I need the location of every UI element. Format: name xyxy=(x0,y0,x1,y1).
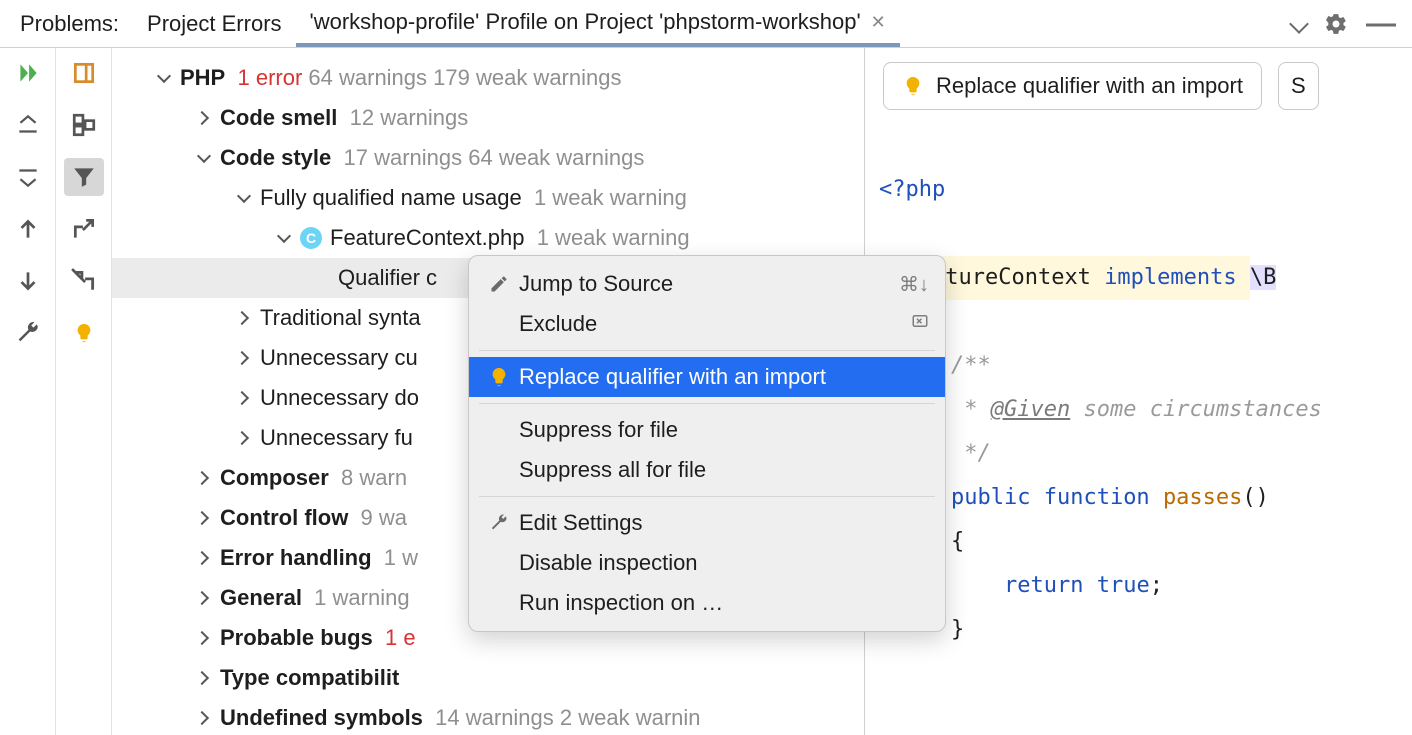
highlight-button[interactable] xyxy=(64,54,104,92)
menu-replace-qualifier[interactable]: Replace qualifier with an import xyxy=(469,357,945,397)
tab-profile-label: 'workshop-profile' Profile on Project 'p… xyxy=(310,9,861,35)
export-button[interactable] xyxy=(64,210,104,248)
export-icon xyxy=(71,216,97,242)
quickfix-button[interactable]: Replace qualifier with an import xyxy=(883,62,1262,110)
tree-node-undefined[interactable]: Undefined symbols 14 warnings 2 weak war… xyxy=(112,698,864,735)
context-menu: Jump to Source ⌘↓ Exclude Replace qualif… xyxy=(468,255,946,632)
rerun-button[interactable] xyxy=(8,54,48,92)
menu-separator xyxy=(479,496,935,497)
tree-node-code-style[interactable]: Code style 17 warnings 64 weak warnings xyxy=(112,138,864,178)
gear-icon[interactable] xyxy=(1324,12,1348,36)
filter-button[interactable] xyxy=(64,158,104,196)
minimize-icon[interactable]: — xyxy=(1366,19,1396,29)
group-icon xyxy=(71,112,97,138)
tree-node-php[interactable]: PHP 1 error 64 warnings 179 weak warning… xyxy=(112,58,864,98)
arrow-up-icon xyxy=(15,216,41,242)
bulb-icon xyxy=(902,75,924,97)
bulb-icon xyxy=(73,322,95,344)
tab-project-errors[interactable]: Project Errors xyxy=(133,3,295,45)
settings-button[interactable] xyxy=(8,314,48,352)
menu-disable-inspection[interactable]: Disable inspection xyxy=(469,543,945,583)
prev-button[interactable] xyxy=(8,210,48,248)
menu-suppress-all[interactable]: Suppress all for file xyxy=(469,450,945,490)
class-icon: C xyxy=(300,227,322,249)
tool-strip-1 xyxy=(0,48,56,735)
pencil-icon xyxy=(489,274,509,294)
tree-node-file[interactable]: CFeatureContext.php 1 weak warning xyxy=(112,218,864,258)
close-tab-icon[interactable]: ✕ xyxy=(871,12,886,33)
menu-jump-label: Jump to Source xyxy=(513,271,899,297)
delete-icon xyxy=(911,312,929,330)
expand-icon xyxy=(15,112,41,138)
arrow-down-icon xyxy=(15,268,41,294)
menu-edit-label: Edit Settings xyxy=(513,510,929,536)
menu-suppress-file[interactable]: Suppress for file xyxy=(469,410,945,450)
menu-exclude-label: Exclude xyxy=(513,311,911,337)
next-button[interactable] xyxy=(8,262,48,300)
menu-disable-label: Disable inspection xyxy=(513,550,929,576)
code-preview[interactable]: <?php s FeatureContext implements \B /**… xyxy=(865,124,1412,696)
editor-panel: Replace qualifier with an import S <?php… xyxy=(864,48,1412,735)
menu-suppress-all-label: Suppress all for file xyxy=(513,457,929,483)
problems-label: Problems: xyxy=(6,3,133,45)
wrench-icon xyxy=(15,320,41,346)
menu-jump-shortcut: ⌘↓ xyxy=(899,272,929,297)
menu-suppress-file-label: Suppress for file xyxy=(513,417,929,443)
square-icon xyxy=(71,60,97,86)
import-icon xyxy=(71,268,97,294)
chevron-down-icon[interactable] xyxy=(1289,14,1309,34)
group-button[interactable] xyxy=(64,106,104,144)
quickfix-secondary-button[interactable]: S xyxy=(1278,62,1319,110)
tab-project-errors-label: Project Errors xyxy=(147,11,281,37)
menu-run-inspection[interactable]: Run inspection on … xyxy=(469,583,945,623)
menu-replace-label: Replace qualifier with an import xyxy=(513,364,929,390)
menu-edit-settings[interactable]: Edit Settings xyxy=(469,503,945,543)
collapse-icon xyxy=(15,164,41,190)
menu-separator xyxy=(479,350,935,351)
filter-icon xyxy=(71,164,97,190)
expand-all-button[interactable] xyxy=(8,106,48,144)
tab-profile[interactable]: 'workshop-profile' Profile on Project 'p… xyxy=(296,1,900,47)
wrench-icon xyxy=(489,513,509,533)
autoscroll-button[interactable] xyxy=(64,262,104,300)
menu-run-label: Run inspection on … xyxy=(513,590,929,616)
bulb-icon xyxy=(488,366,510,388)
collapse-all-button[interactable] xyxy=(8,158,48,196)
tab-bar: Problems: Project Errors 'workshop-profi… xyxy=(0,0,1412,48)
quickfix-secondary-label: S xyxy=(1291,73,1306,99)
menu-jump-to-source[interactable]: Jump to Source ⌘↓ xyxy=(469,264,945,304)
play-icon xyxy=(15,60,41,86)
tool-strip-2 xyxy=(56,48,112,735)
tree-node-fqn[interactable]: Fully qualified name usage 1 weak warnin… xyxy=(112,178,864,218)
tree-node-code-smell[interactable]: Code smell 12 warnings xyxy=(112,98,864,138)
quickfix-label: Replace qualifier with an import xyxy=(936,73,1243,99)
tree-node-type-compat[interactable]: Type compatibilit xyxy=(112,658,864,698)
menu-separator xyxy=(479,403,935,404)
menu-exclude[interactable]: Exclude xyxy=(469,304,945,344)
suggestion-bar: Replace qualifier with an import S xyxy=(865,48,1412,124)
intention-button[interactable] xyxy=(64,314,104,352)
